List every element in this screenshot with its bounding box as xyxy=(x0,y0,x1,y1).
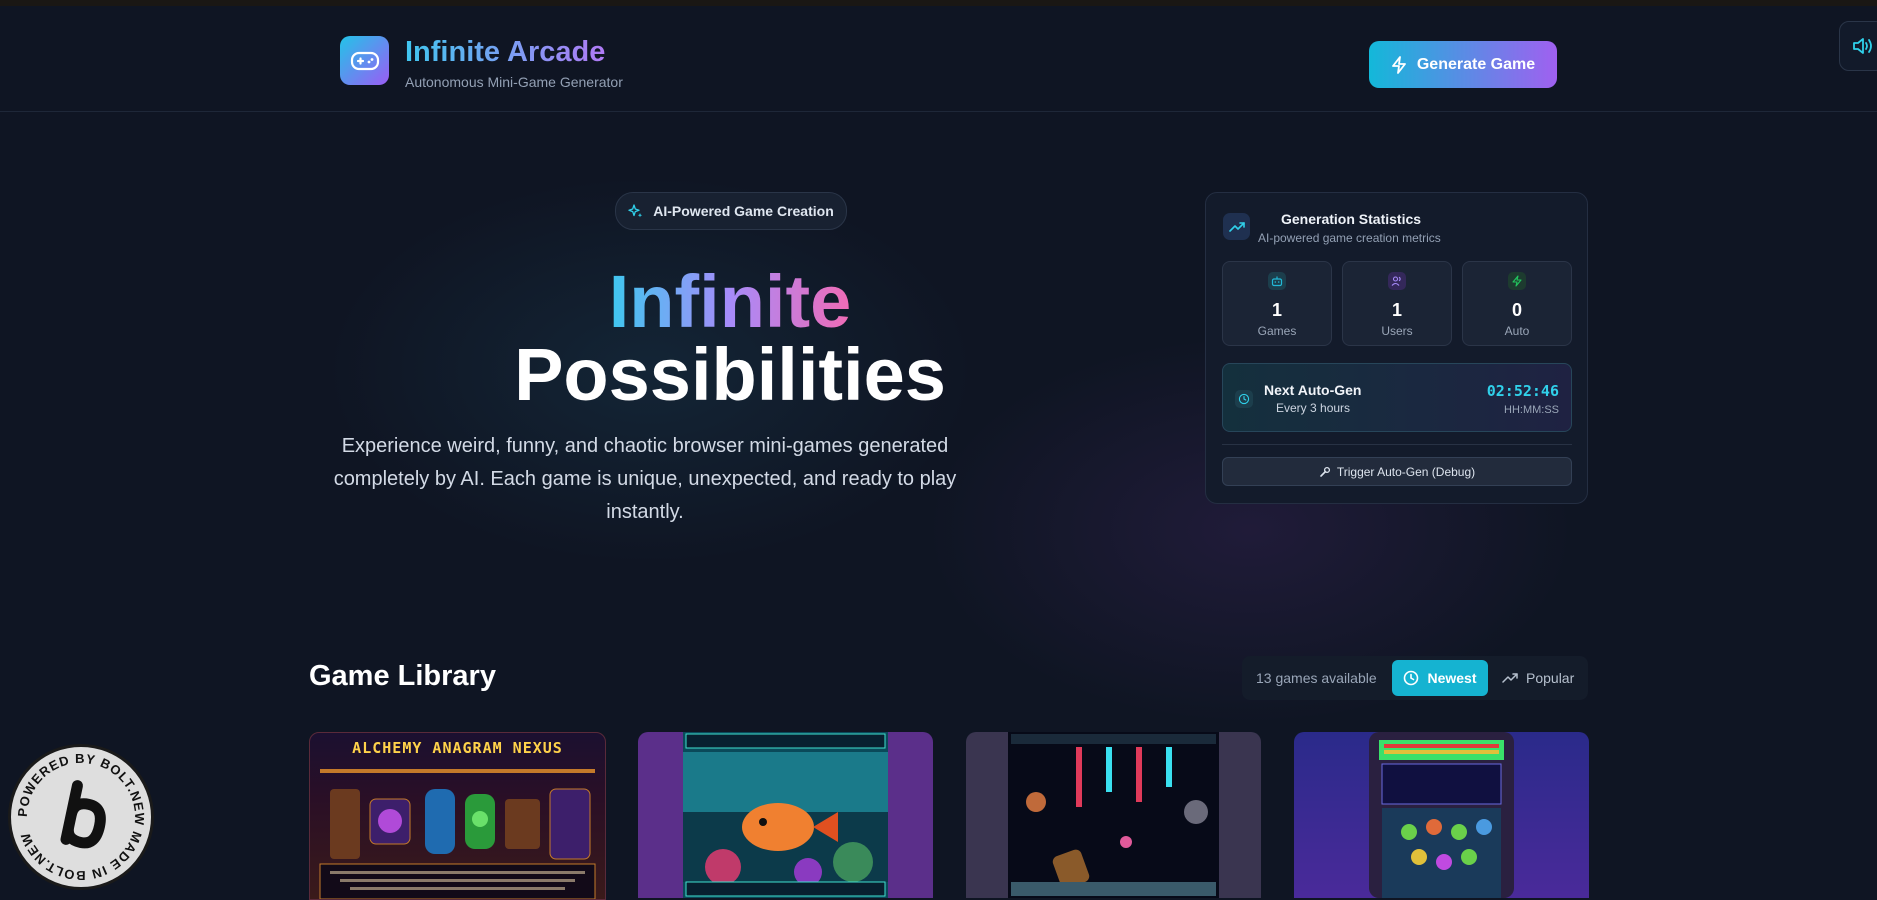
trigger-autogen-button[interactable]: Trigger Auto-Gen (Debug) xyxy=(1222,457,1572,486)
trigger-autogen-label: Trigger Auto-Gen (Debug) xyxy=(1336,464,1476,479)
site-header: Infinite Arcade Autonomous Mini-Game Gen… xyxy=(0,6,1877,112)
stats-divider xyxy=(1222,444,1572,445)
brand-subtitle: Autonomous Mini-Game Generator xyxy=(405,74,623,90)
trending-up-icon xyxy=(1502,673,1518,683)
games-count: 13 games available xyxy=(1256,670,1377,686)
autogen-subtitle: Every 3 hours xyxy=(1276,401,1351,415)
sort-popular-button[interactable]: Popular xyxy=(1494,660,1578,696)
game-thumbnail xyxy=(319,769,596,899)
stat-tile-auto: 0 Auto xyxy=(1462,261,1572,346)
game-card[interactable] xyxy=(1294,732,1589,898)
stat-tile-users: 1 Users xyxy=(1342,261,1452,346)
stat-games-value: 1 xyxy=(1271,300,1282,320)
bolt-badge[interactable]: POWERED BY BOLT.NEW MADE IN BOLT.NEW xyxy=(8,744,154,890)
stat-auto-value: 0 xyxy=(1511,300,1522,320)
zap-icon xyxy=(1391,55,1406,74)
clock-icon xyxy=(1235,390,1253,408)
ai-powered-label: AI-Powered Game Creation xyxy=(653,203,834,219)
stats-subtitle: AI-powered game creation metrics xyxy=(1258,231,1441,245)
game-card-title: ALCHEMY ANAGRAM NEXUS xyxy=(352,739,563,757)
svg-text:POWERED BY BOLT.NEW MADE IN BO: POWERED BY BOLT.NEW MADE IN BOLT.NEW xyxy=(15,751,147,883)
sound-toggle-button[interactable] xyxy=(1839,21,1877,71)
stat-users-label: Users xyxy=(1381,324,1413,338)
sparkles-icon xyxy=(628,204,643,218)
stat-users-value: 1 xyxy=(1391,300,1402,320)
game-library-title: Game Library xyxy=(309,660,496,692)
gamepad-logo-icon[interactable] xyxy=(340,36,389,85)
sort-popular-label: Popular xyxy=(1526,670,1575,686)
game-thumbnail xyxy=(683,732,888,898)
stat-tile-games: 1 Games xyxy=(1222,261,1332,346)
robot-icon xyxy=(1268,272,1286,290)
generate-game-button[interactable]: Generate Game xyxy=(1369,41,1557,88)
bolt-logo-icon: POWERED BY BOLT.NEW MADE IN BOLT.NEW xyxy=(15,751,147,883)
hero-description: Experience weird, funny, and chaotic bro… xyxy=(333,435,957,523)
next-autogen-panel: Next Auto-Gen Every 3 hours 02:52:46 HH:… xyxy=(1222,363,1572,432)
game-thumbnail xyxy=(1008,732,1219,898)
game-card[interactable]: ALCHEMY ANAGRAM NEXUS xyxy=(309,732,606,900)
users-icon xyxy=(1388,272,1406,290)
sort-newest-button[interactable]: Newest xyxy=(1392,660,1488,696)
volume-icon xyxy=(1853,38,1872,54)
brand-title[interactable]: Infinite Arcade xyxy=(405,36,605,69)
zap-icon xyxy=(1508,272,1526,290)
clock-icon xyxy=(1404,670,1419,686)
trending-up-icon xyxy=(1223,213,1250,240)
generation-stats-card: Generation Statistics AI-powered game cr… xyxy=(1205,192,1588,504)
badge-ring-text: POWERED BY BOLT.NEW MADE IN BOLT.NEW xyxy=(15,751,146,883)
autogen-countdown: 02:52:46 xyxy=(1486,382,1559,400)
autogen-title: Next Auto-Gen xyxy=(1264,382,1362,398)
game-card[interactable] xyxy=(638,732,933,898)
stats-title: Generation Statistics xyxy=(1281,211,1422,227)
stat-auto-label: Auto xyxy=(1504,324,1530,338)
autogen-format: HH:MM:SS xyxy=(1504,404,1559,416)
sort-newest-label: Newest xyxy=(1427,670,1477,686)
generate-game-label: Generate Game xyxy=(1416,55,1536,73)
stat-games-label: Games xyxy=(1257,324,1297,338)
library-sort-bar: 13 games available Newest Popular xyxy=(1242,656,1588,700)
game-thumbnail xyxy=(1369,732,1514,898)
ai-powered-pill: AI-Powered Game Creation xyxy=(615,192,847,230)
game-card[interactable] xyxy=(966,732,1261,898)
wrench-icon xyxy=(1320,466,1330,477)
